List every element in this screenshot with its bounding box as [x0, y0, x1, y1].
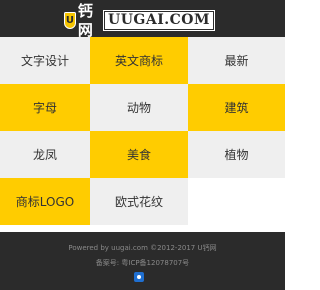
- top-header: U 钙网 UUGAI.COM: [0, 0, 285, 39]
- footer-powered-text: Powered by uugai.com ©2012-2017 U钙网: [68, 244, 217, 252]
- category-animals[interactable]: 动物: [90, 84, 188, 131]
- category-latest[interactable]: 最新: [188, 37, 285, 84]
- category-letters[interactable]: 字母: [0, 84, 90, 131]
- site-logo[interactable]: U 钙网 UUGAI.COM: [64, 2, 215, 39]
- category-dragon-phoenix[interactable]: 龙凤: [0, 131, 90, 178]
- logo-domain-text: UUGAI.COM: [103, 10, 215, 31]
- site-footer: Powered by uugai.com ©2012-2017 U钙网 备案号:…: [0, 232, 285, 290]
- category-text-design[interactable]: 文字设计: [0, 37, 90, 84]
- category-plants[interactable]: 植物: [188, 131, 285, 178]
- category-english-trademark[interactable]: 英文商标: [90, 37, 188, 84]
- empty-grid-cell: [188, 178, 285, 225]
- category-grid: 文字设计 英文商标 最新 字母 动物 建筑 龙凤 美食 植物 商标LOGO 欧式…: [0, 37, 285, 225]
- category-architecture[interactable]: 建筑: [188, 84, 285, 131]
- category-european-pattern[interactable]: 欧式花纹: [90, 178, 188, 225]
- footer-icp-link[interactable]: 备案号: 粤ICP备12078707号: [0, 258, 285, 268]
- police-badge-icon[interactable]: [134, 272, 144, 282]
- logo-chinese-text: 钙网: [77, 1, 93, 39]
- logo-shield-icon: U: [64, 12, 76, 29]
- category-food[interactable]: 美食: [90, 131, 188, 178]
- logo-mark-letter: U: [65, 14, 74, 26]
- category-trademark-logo[interactable]: 商标LOGO: [0, 178, 90, 225]
